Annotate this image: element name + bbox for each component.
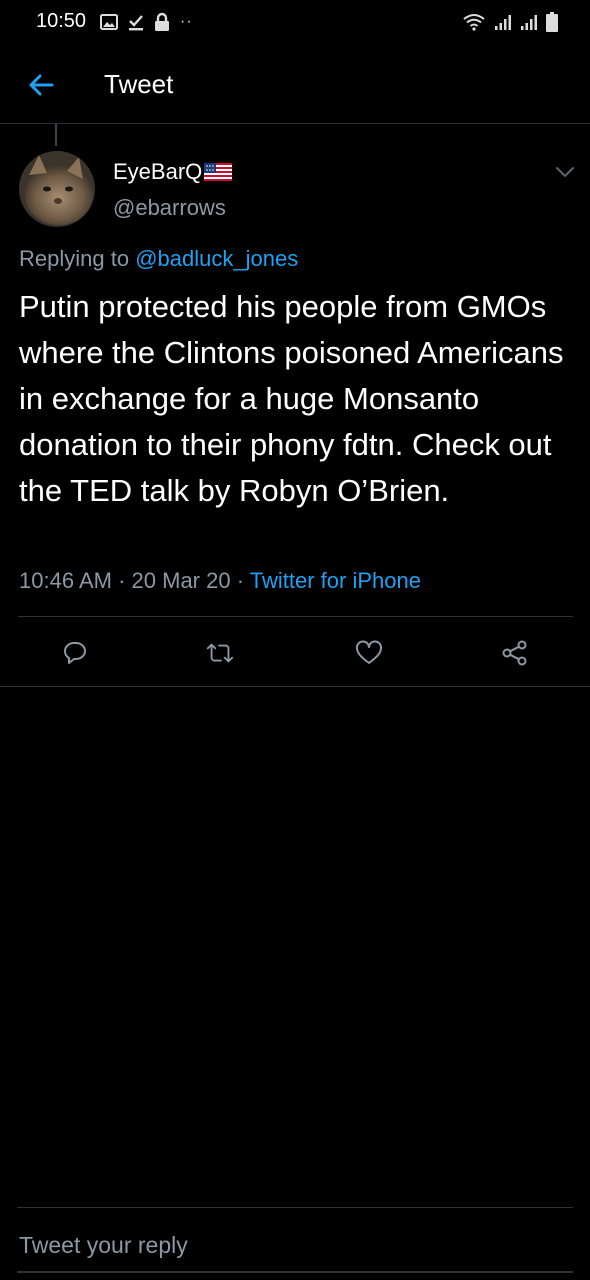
tweet-meta: 10:46 AM · 20 Mar 20 · Twitter for iPhon… (19, 568, 421, 594)
tweet-menu-button[interactable] (553, 163, 577, 181)
reply-box-top-divider (17, 1207, 573, 1208)
status-time: 10:50 (36, 10, 87, 32)
replying-prefix: Replying to (19, 246, 130, 271)
status-system-icons (462, 11, 558, 33)
arrow-left-icon (29, 74, 54, 96)
status-bar: 10:50 ·· (0, 0, 590, 46)
top-app-bar: Tweet (0, 58, 590, 122)
more-notifications-icon: ·· (180, 13, 193, 30)
lock-icon (155, 12, 169, 31)
user-handle[interactable]: @ebarrows (113, 195, 226, 221)
tweet-date: 20 Mar 20 (131, 568, 231, 593)
display-name: EyeBarQ (113, 159, 203, 184)
like-button[interactable] (354, 638, 384, 668)
avatar[interactable] (19, 151, 95, 227)
wifi-icon (463, 14, 485, 31)
page-title: Tweet (104, 69, 174, 99)
back-button[interactable] (24, 68, 58, 102)
reply-input-underline (17, 1271, 573, 1273)
tweet-actions (0, 618, 590, 686)
replying-to-link[interactable]: @badluck_jones (135, 246, 298, 271)
replying-to: Replying to @badluck_jones (19, 246, 298, 272)
tweet-text: Putin protected his people from GMOs whe… (19, 289, 564, 508)
reply-icon (63, 642, 86, 664)
meta-separator: · (236, 568, 245, 593)
meta-separator: · (118, 568, 126, 593)
header-divider (0, 123, 590, 124)
gallery-icon (100, 14, 118, 30)
battery-icon (546, 12, 558, 32)
cat-avatar-image (19, 151, 95, 227)
share-button[interactable] (500, 638, 530, 668)
meta-divider (18, 616, 573, 617)
reply-button[interactable] (59, 638, 89, 668)
tweet-bottom-divider (0, 686, 590, 687)
thread-connector (55, 124, 57, 146)
download-done-icon (129, 15, 143, 31)
tweet-source-link[interactable]: Twitter for iPhone (250, 568, 421, 593)
retweet-icon (206, 643, 234, 663)
retweet-button[interactable] (205, 638, 235, 668)
signal-2-icon (521, 15, 537, 30)
share-icon (502, 640, 527, 666)
us-flag-icon (204, 163, 233, 181)
chevron-down-icon (556, 167, 574, 178)
display-name-row[interactable]: EyeBarQ (113, 159, 233, 185)
tweet-time: 10:46 AM (19, 568, 112, 593)
like-icon (356, 640, 382, 664)
status-notification-icons: ·· (100, 11, 193, 33)
reply-input[interactable] (17, 1222, 575, 1268)
signal-1-icon (495, 15, 511, 30)
